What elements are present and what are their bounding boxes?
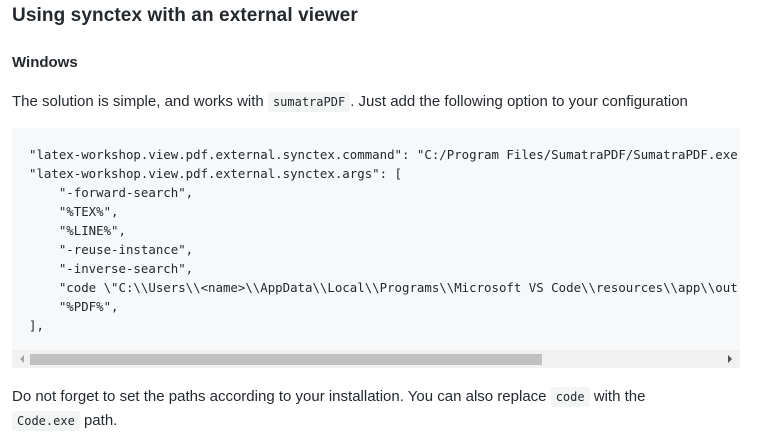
- document-page: Using synctex with an external viewer Wi…: [0, 0, 774, 440]
- intro-text-before: The solution is simple, and works with: [12, 93, 268, 110]
- code-line: "-forward-search",: [29, 185, 194, 200]
- code-line: "latex-workshop.view.pdf.external.syncte…: [29, 147, 738, 162]
- outro-text-2: with the: [589, 388, 646, 405]
- scroll-right-arrow-icon[interactable]: [722, 350, 738, 368]
- intro-paragraph: The solution is simple, and works with s…: [12, 90, 688, 114]
- inline-code-code-exe: Code.exe: [12, 411, 80, 431]
- code-line: "-reuse-instance",: [29, 242, 194, 257]
- inline-code-code: code: [550, 387, 590, 407]
- code-line: "%PDF%",: [29, 299, 119, 314]
- scrollbar-thumb[interactable]: [30, 354, 542, 365]
- code-line: "code \"C:\\Users\\<name>\\AppData\\Loca…: [29, 280, 738, 295]
- scroll-left-arrow-icon[interactable]: [14, 350, 30, 368]
- page-title: Using synctex with an external viewer: [12, 5, 358, 26]
- outro-text-3: path.: [79, 412, 118, 429]
- code-line: ],: [29, 318, 44, 333]
- code-block[interactable]: "latex-workshop.view.pdf.external.syncte…: [12, 128, 740, 368]
- code-line: "latex-workshop.view.pdf.external.syncte…: [29, 166, 402, 181]
- section-heading-windows: Windows: [12, 54, 78, 71]
- inline-code-sumatrapdf: sumatraPDF: [267, 92, 351, 112]
- code-content: "latex-workshop.view.pdf.external.syncte…: [29, 145, 738, 335]
- code-line: "-inverse-search",: [29, 261, 194, 276]
- intro-text-after: . Just add the following option to your …: [350, 93, 688, 110]
- code-line: "%TEX%",: [29, 204, 119, 219]
- outro-paragraph: Do not forget to set the paths according…: [12, 385, 645, 433]
- code-line: "%LINE%",: [29, 223, 126, 238]
- outro-text-1: Do not forget to set the paths according…: [12, 388, 551, 405]
- horizontal-scrollbar[interactable]: [12, 350, 740, 368]
